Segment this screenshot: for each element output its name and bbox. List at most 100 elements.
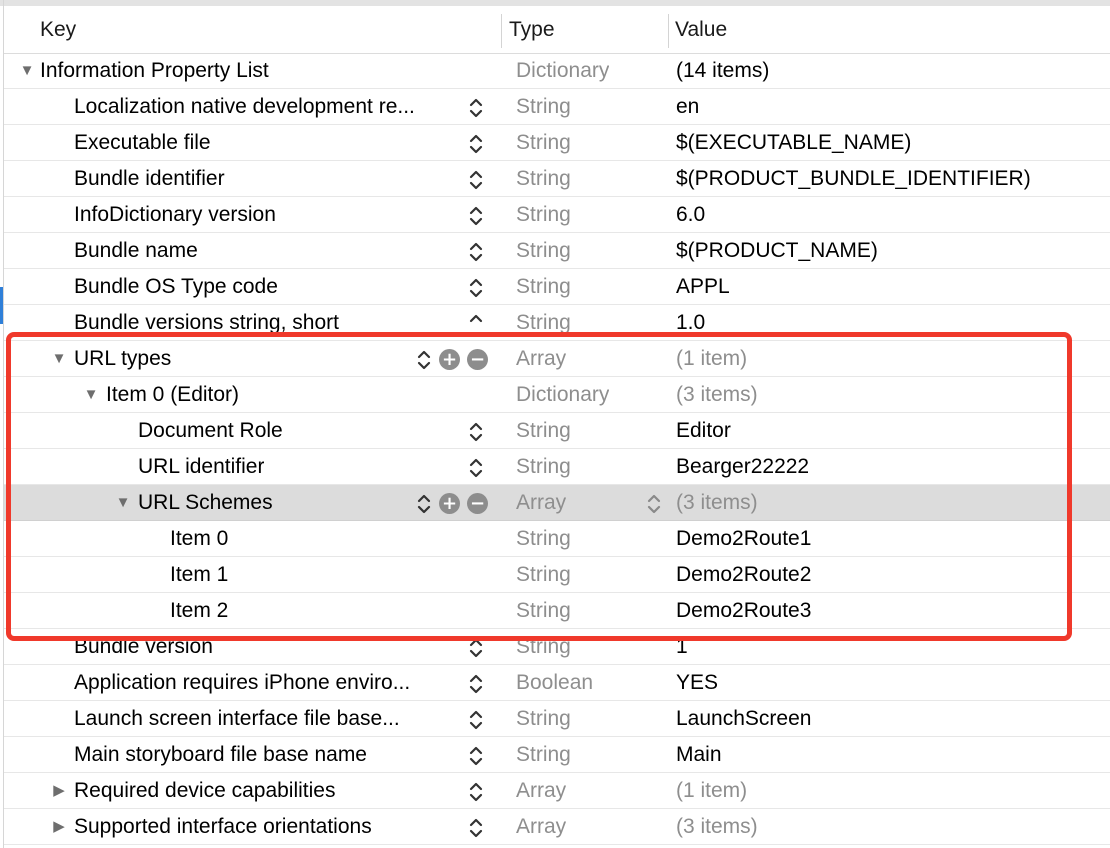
plist-row[interactable]: Main storyboard file base name String Main xyxy=(4,737,1110,773)
row-value[interactable]: (3 items) xyxy=(676,485,758,521)
key-stepper-icon[interactable] xyxy=(416,490,432,518)
plist-row[interactable]: Bundle version String 1 xyxy=(4,629,1110,665)
key-stepper-icon[interactable] xyxy=(468,634,484,662)
type-stepper-icon[interactable] xyxy=(646,490,662,518)
plist-row[interactable]: Document Role String Editor xyxy=(4,413,1110,449)
disclosure-expanded-icon[interactable]: ▼ xyxy=(114,485,132,521)
row-type[interactable]: Array xyxy=(516,809,566,845)
row-value[interactable]: $(EXECUTABLE_NAME) xyxy=(676,125,911,161)
row-value[interactable]: YES xyxy=(676,665,718,701)
add-item-icon[interactable]: + xyxy=(439,349,460,370)
row-key[interactable]: Bundle version xyxy=(74,629,213,665)
row-value[interactable]: en xyxy=(676,89,699,125)
plist-row[interactable]: Bundle versions string, short String 1.0 xyxy=(4,305,1110,341)
key-stepper-icon[interactable] xyxy=(468,310,484,338)
row-value[interactable]: 1 xyxy=(676,629,688,665)
row-type[interactable]: String xyxy=(516,629,571,665)
key-stepper-icon[interactable] xyxy=(468,670,484,698)
plist-row[interactable]: ▼ Information Property List Dictionary (14 … xyxy=(4,53,1110,89)
row-key[interactable]: Required device capabilities xyxy=(74,773,336,809)
row-key[interactable]: Item 0 xyxy=(170,521,228,557)
type-column-header[interactable]: Type xyxy=(509,6,555,53)
row-type[interactable]: String xyxy=(516,233,571,269)
row-type[interactable]: Array xyxy=(516,485,566,521)
disclosure-collapsed-icon[interactable]: ▶ xyxy=(50,809,68,845)
plist-row[interactable]: Bundle identifier String $(PRODUCT_BUNDLE_… xyxy=(4,161,1110,197)
plist-row[interactable]: Launch screen interface file base... Stri… xyxy=(4,701,1110,737)
row-value[interactable]: Demo2Route3 xyxy=(676,593,811,629)
row-value[interactable]: $(PRODUCT_BUNDLE_IDENTIFIER) xyxy=(676,161,1031,197)
plist-row[interactable]: Item 1 String Demo2Route2 xyxy=(4,557,1110,593)
row-type[interactable]: String xyxy=(516,593,571,629)
key-stepper-icon[interactable] xyxy=(468,238,484,266)
key-stepper-icon[interactable] xyxy=(468,418,484,446)
row-key[interactable]: Bundle versions string, short xyxy=(74,305,339,341)
row-type[interactable]: String xyxy=(516,305,571,341)
row-key[interactable]: Launch screen interface file base... xyxy=(74,701,400,737)
row-value[interactable]: (14 items) xyxy=(676,53,769,89)
row-key[interactable]: URL Schemes xyxy=(138,485,273,521)
row-value[interactable]: (3 items) xyxy=(676,377,758,413)
row-type[interactable]: Array xyxy=(516,341,566,377)
remove-item-icon[interactable]: − xyxy=(467,349,488,370)
row-value[interactable]: Editor xyxy=(676,413,731,449)
key-stepper-icon[interactable] xyxy=(468,454,484,482)
disclosure-expanded-icon[interactable]: ▼ xyxy=(82,377,100,413)
row-value[interactable]: (3 items) xyxy=(676,809,758,845)
row-type[interactable]: String xyxy=(516,269,571,305)
row-key[interactable]: Item 1 xyxy=(170,557,228,593)
row-key[interactable]: Bundle name xyxy=(74,233,198,269)
key-stepper-icon[interactable] xyxy=(468,742,484,770)
value-column-header[interactable]: Value xyxy=(675,6,727,53)
row-key[interactable]: Bundle OS Type code xyxy=(74,269,278,305)
column-divider[interactable] xyxy=(501,14,502,48)
row-type[interactable]: String xyxy=(516,701,571,737)
plist-row[interactable]: ▼ URL types + − Array (1 item) xyxy=(4,341,1110,377)
key-stepper-icon[interactable] xyxy=(468,814,484,842)
disclosure-expanded-icon[interactable]: ▼ xyxy=(50,341,68,377)
row-type[interactable]: Dictionary xyxy=(516,53,609,89)
row-value[interactable]: (1 item) xyxy=(676,773,747,809)
row-key[interactable]: Localization native development re... xyxy=(74,89,415,125)
key-stepper-icon[interactable] xyxy=(468,166,484,194)
key-stepper-icon[interactable] xyxy=(468,274,484,302)
plist-row[interactable]: Bundle OS Type code String APPL xyxy=(4,269,1110,305)
row-value[interactable]: Main xyxy=(676,737,722,773)
row-type[interactable]: String xyxy=(516,557,571,593)
plist-row[interactable]: Item 0 String Demo2Route1 xyxy=(4,521,1110,557)
row-type[interactable]: String xyxy=(516,89,571,125)
remove-item-icon[interactable]: − xyxy=(467,493,488,514)
row-key[interactable]: URL types xyxy=(74,341,171,377)
plist-row[interactable]: Bundle name String $(PRODUCT_NAME) xyxy=(4,233,1110,269)
row-type[interactable]: String xyxy=(516,413,571,449)
row-value[interactable]: APPL xyxy=(676,269,730,305)
row-type[interactable]: String xyxy=(516,197,571,233)
disclosure-expanded-icon[interactable]: ▼ xyxy=(18,53,36,89)
row-key[interactable]: Main storyboard file base name xyxy=(74,737,367,773)
disclosure-collapsed-icon[interactable]: ▶ xyxy=(50,773,68,809)
row-key[interactable]: Document Role xyxy=(138,413,283,449)
row-key[interactable]: InfoDictionary version xyxy=(74,197,276,233)
plist-row[interactable]: Localization native development re... Str… xyxy=(4,89,1110,125)
plist-row[interactable]: ▶ Supported interface orientations Array (3… xyxy=(4,809,1110,845)
key-stepper-icon[interactable] xyxy=(468,94,484,122)
row-key[interactable]: Item 0 (Editor) xyxy=(106,377,239,413)
plist-row[interactable]: InfoDictionary version String 6.0 xyxy=(4,197,1110,233)
row-value[interactable]: 6.0 xyxy=(676,197,705,233)
row-type[interactable]: String xyxy=(516,449,571,485)
row-key[interactable]: URL identifier xyxy=(138,449,264,485)
column-divider[interactable] xyxy=(668,14,669,48)
row-type[interactable]: Array xyxy=(516,773,566,809)
plist-row[interactable]: Application requires iPhone enviro... Boo… xyxy=(4,665,1110,701)
row-key[interactable]: Item 2 xyxy=(170,593,228,629)
key-column-header[interactable]: Key xyxy=(40,6,76,53)
row-value[interactable]: Demo2Route1 xyxy=(676,521,811,557)
key-stepper-icon[interactable] xyxy=(468,202,484,230)
add-item-icon[interactable]: + xyxy=(439,493,460,514)
key-stepper-icon[interactable] xyxy=(468,778,484,806)
row-key[interactable]: Executable file xyxy=(74,125,211,161)
row-value[interactable]: LaunchScreen xyxy=(676,701,811,737)
row-type[interactable]: String xyxy=(516,521,571,557)
row-value[interactable]: (1 item) xyxy=(676,341,747,377)
row-value[interactable]: 1.0 xyxy=(676,305,705,341)
